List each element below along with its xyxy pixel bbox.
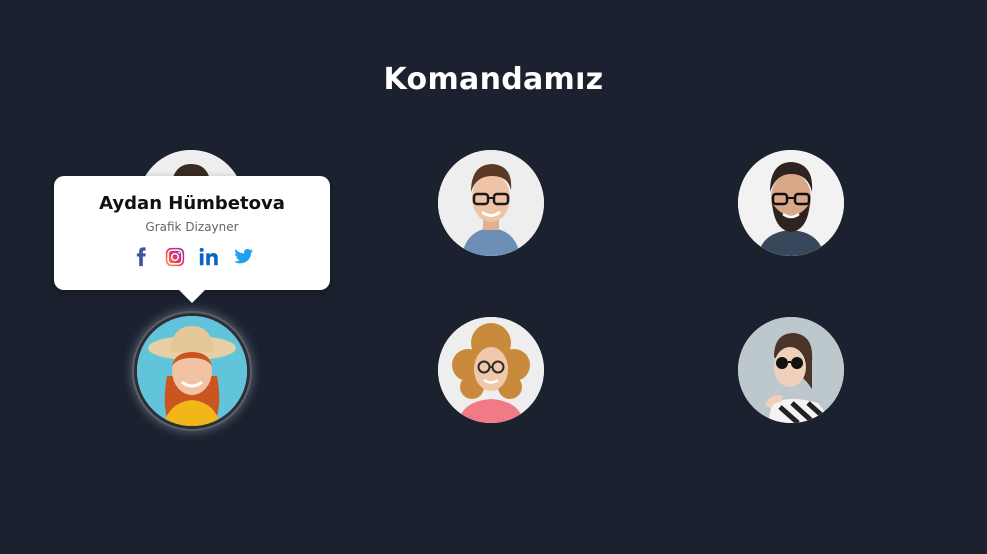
team-member-avatar-5[interactable] [438,317,544,423]
twitter-icon [233,249,254,264]
linkedin-link[interactable] [198,246,220,268]
curly-haired-woman-portrait-icon [438,317,544,423]
bearded-man-portrait-icon [738,150,844,256]
man-with-glasses-portrait-icon [438,150,544,256]
woman-with-hat-portrait-icon [137,316,247,426]
instagram-icon [165,247,185,267]
linkedin-icon [199,247,218,266]
facebook-link[interactable] [130,246,152,268]
section-title: Komandamız [383,62,604,97]
team-member-avatar-3[interactable] [738,150,844,256]
twitter-link[interactable] [232,246,254,268]
team-member-avatar-4[interactable] [134,313,250,429]
team-member-avatar-2[interactable] [438,150,544,256]
member-role: Grafik Dizayner [145,220,239,234]
facebook-icon [136,247,146,267]
team-member-avatar-6[interactable] [738,317,844,423]
instagram-link[interactable] [164,246,186,268]
woman-with-sunglasses-portrait-icon [738,317,844,423]
member-name: Aydan Hümbetova [99,193,285,214]
member-tooltip-card: Aydan Hümbetova Grafik Dizayner [54,176,330,303]
social-links [54,246,330,268]
